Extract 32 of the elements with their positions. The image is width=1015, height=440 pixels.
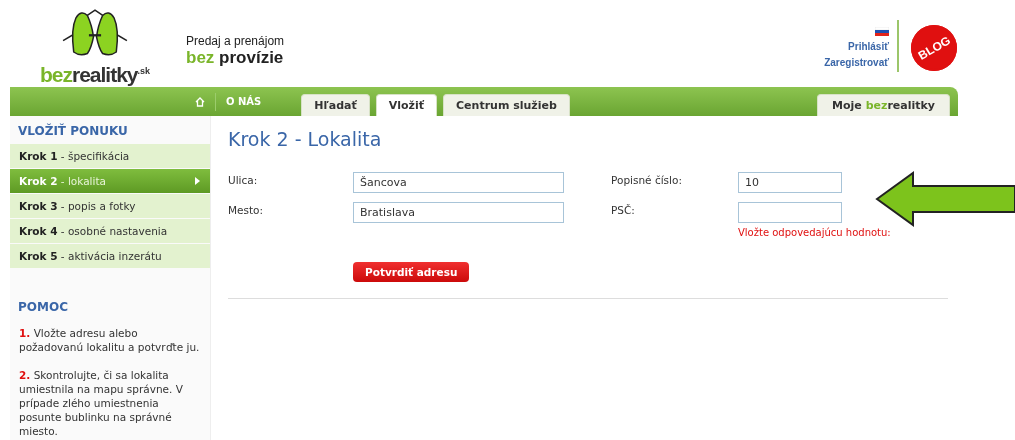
step-item[interactable]: Krok 4 - osobné nastavenia xyxy=(10,219,210,243)
my-account-tab[interactable]: Moje bezrealitky xyxy=(817,94,950,116)
field-label: Ulica: xyxy=(228,173,259,186)
error-message: Vložte odpovedajúcu hodnotu: xyxy=(738,227,891,238)
nav-tab[interactable]: Centrum služieb xyxy=(443,94,570,116)
field-label: PSČ: xyxy=(611,203,636,216)
arrow-icon xyxy=(875,171,1015,227)
tagline-accent: bez provízie xyxy=(186,48,285,67)
arrow-icon xyxy=(195,177,200,185)
home-icon[interactable] xyxy=(195,96,205,107)
step-item[interactable]: Krok 3 - popis a fotky xyxy=(10,194,210,218)
field-label: Mesto: xyxy=(228,203,265,216)
sidebar-title: VLOŽIŤ PONUKU xyxy=(17,122,129,140)
input-field[interactable] xyxy=(738,202,842,223)
help-text: 2. Skontrolujte, či sa lokalita umiestnila na mapu správne. V prípade zlého umiestnenia posunte bublinku na správné miesto. xyxy=(19,368,184,438)
input-field[interactable]: Šancova xyxy=(353,172,564,193)
nav-tab[interactable]: Hľadať xyxy=(301,94,370,116)
account-link[interactable]: Prihlásiť xyxy=(848,41,889,52)
help-title: POMOC xyxy=(17,299,69,316)
logo-wordmark[interactable]: bezrealitky$^{.sk}$ xyxy=(39,60,151,86)
nav-tab[interactable]: Vložiť xyxy=(375,94,438,116)
field-label: Popisné číslo: xyxy=(611,173,683,186)
input-field[interactable]: 10 xyxy=(738,172,842,193)
flag-icon[interactable] xyxy=(875,27,889,36)
account-link[interactable]: Zaregistrovať xyxy=(824,57,889,68)
step-item[interactable]: Krok 1 - špecifikácia xyxy=(10,144,210,168)
input-field[interactable]: Bratislava xyxy=(353,202,564,223)
step-item[interactable]: Krok 5 - aktivácia inzerátu xyxy=(10,244,210,268)
confirm-button[interactable]: Potvrdiť adresu xyxy=(353,262,470,282)
tagline: Predaj a prenájom xyxy=(186,34,285,48)
page-title: Krok 2 - Lokalita xyxy=(228,128,383,150)
help-text: 1. Vložte adresu alebo požadovanú lokalitu a potvrďte ju. xyxy=(19,326,201,354)
